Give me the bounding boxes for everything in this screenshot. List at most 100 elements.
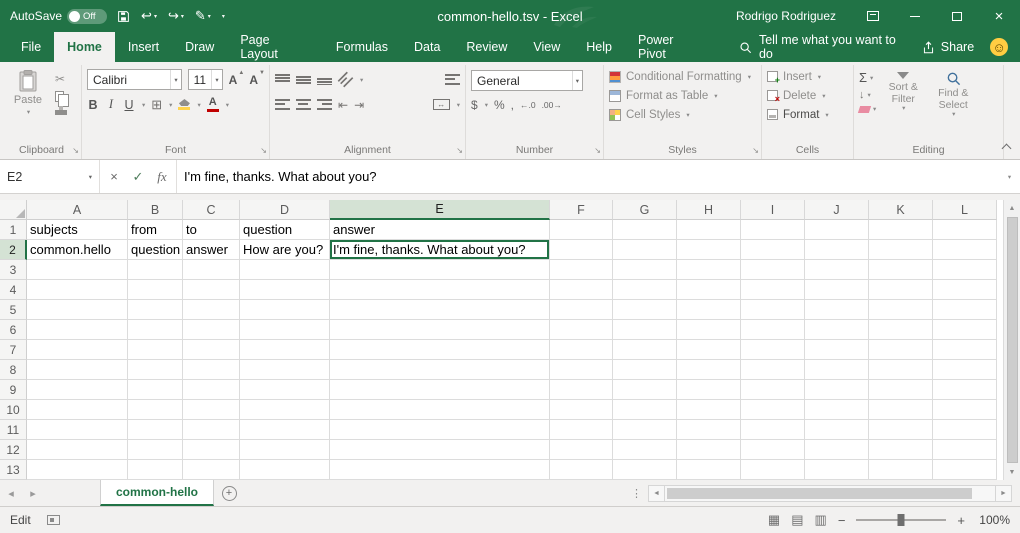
cell-J4[interactable]	[805, 280, 869, 300]
grow-font-button[interactable]: A▲	[229, 73, 244, 87]
cell-E11[interactable]	[330, 420, 550, 440]
find-select-button[interactable]: Find & Select ▾	[930, 67, 976, 119]
cell-G12[interactable]	[613, 440, 677, 460]
row-header-2[interactable]: 2	[0, 240, 27, 260]
cell-F7[interactable]	[550, 340, 613, 360]
format-cells-button[interactable]: Format ▾	[767, 105, 848, 124]
scroll-up-button[interactable]: ▲	[1004, 200, 1020, 216]
cell-K9[interactable]	[869, 380, 933, 400]
cell-D6[interactable]	[240, 320, 330, 340]
zoom-slider-thumb[interactable]	[898, 514, 905, 526]
cell-I7[interactable]	[741, 340, 805, 360]
cell-C6[interactable]	[183, 320, 240, 340]
save-button[interactable]	[116, 10, 131, 23]
cell-L8[interactable]	[933, 360, 997, 380]
cell-L9[interactable]	[933, 380, 997, 400]
scroll-down-button[interactable]: ▼	[1004, 464, 1020, 480]
cell-G1[interactable]	[613, 220, 677, 240]
cell-E6[interactable]	[330, 320, 550, 340]
cell-A12[interactable]	[27, 440, 128, 460]
cell-J6[interactable]	[805, 320, 869, 340]
cell-A2[interactable]: common.hello	[27, 240, 128, 260]
user-name[interactable]: Rodrigo Rodriguez	[736, 9, 836, 23]
borders-button[interactable]: ⊞	[151, 98, 162, 111]
cell-G6[interactable]	[613, 320, 677, 340]
cell-I5[interactable]	[741, 300, 805, 320]
draw-pen-button[interactable]: ✎▾	[194, 8, 212, 24]
bold-button[interactable]: B	[87, 98, 99, 112]
row-header-5[interactable]: 5	[0, 300, 27, 320]
cell-E9[interactable]	[330, 380, 550, 400]
cell-G11[interactable]	[613, 420, 677, 440]
cell-F5[interactable]	[550, 300, 613, 320]
undo-button[interactable]: ↩▾	[140, 8, 158, 24]
cell-C8[interactable]	[183, 360, 240, 380]
styles-dialog-launcher[interactable]: ↘	[752, 147, 759, 155]
cell-C11[interactable]	[183, 420, 240, 440]
cell-B1[interactable]: from	[128, 220, 183, 240]
cell-L3[interactable]	[933, 260, 997, 280]
sort-filter-button[interactable]: Sort & Filter ▾	[880, 67, 926, 119]
cell-G9[interactable]	[613, 380, 677, 400]
ribbon-tab-home[interactable]: Home	[54, 32, 115, 62]
vertical-scroll-thumb[interactable]	[1007, 217, 1018, 463]
cell-I4[interactable]	[741, 280, 805, 300]
ribbon-tab-insert[interactable]: Insert	[115, 32, 172, 62]
cell-I11[interactable]	[741, 420, 805, 440]
sheet-nav-prev-button[interactable]: ◂	[0, 480, 22, 506]
cell-F13[interactable]	[550, 460, 613, 480]
cell-I1[interactable]	[741, 220, 805, 240]
cell-F6[interactable]	[550, 320, 613, 340]
redo-button[interactable]: ↪▾	[167, 8, 185, 24]
ribbon-tab-formulas[interactable]: Formulas	[323, 32, 401, 62]
cell-L12[interactable]	[933, 440, 997, 460]
ribbon-tab-power-pivot[interactable]: Power Pivot	[625, 32, 717, 62]
align-left-button[interactable]	[275, 99, 290, 110]
font-family-select[interactable]: Calibri▾	[87, 69, 182, 90]
cell-F3[interactable]	[550, 260, 613, 280]
cell-G3[interactable]	[613, 260, 677, 280]
ribbon-tab-page-layout[interactable]: Page Layout	[227, 32, 323, 62]
cell-C13[interactable]	[183, 460, 240, 480]
cell-J7[interactable]	[805, 340, 869, 360]
delete-cells-button[interactable]: Delete ▾	[767, 86, 848, 105]
cell-E7[interactable]	[330, 340, 550, 360]
row-header-8[interactable]: 8	[0, 360, 27, 380]
increase-indent-button[interactable]: ⇥	[354, 99, 364, 111]
feedback-smiley-button[interactable]: ☺	[990, 38, 1008, 56]
cell-F2[interactable]	[550, 240, 613, 260]
cell-J13[interactable]	[805, 460, 869, 480]
cell-E2[interactable]: I'm fine, thanks. What about you?	[330, 240, 550, 260]
align-right-button[interactable]	[317, 99, 332, 110]
cell-H9[interactable]	[677, 380, 741, 400]
customize-qat-button[interactable]: ▾	[221, 13, 226, 20]
accounting-format-button[interactable]: $	[471, 98, 478, 112]
cell-D13[interactable]	[240, 460, 330, 480]
page-break-view-button[interactable]: ▥	[815, 512, 827, 528]
autosave-toggle[interactable]: AutoSave Off	[10, 9, 107, 24]
column-header-I[interactable]: I	[741, 200, 805, 220]
increase-decimal-button[interactable]: ←.0	[520, 100, 536, 110]
row-header-3[interactable]: 3	[0, 260, 27, 280]
cell-K3[interactable]	[869, 260, 933, 280]
page-layout-view-button[interactable]: ▤	[791, 512, 803, 528]
orientation-button[interactable]	[338, 72, 354, 88]
row-header-13[interactable]: 13	[0, 460, 27, 480]
cell-K1[interactable]	[869, 220, 933, 240]
sheet-tab-common-hello[interactable]: common-hello	[100, 480, 214, 506]
cell-B12[interactable]	[128, 440, 183, 460]
cell-J12[interactable]	[805, 440, 869, 460]
cell-K12[interactable]	[869, 440, 933, 460]
row-header-7[interactable]: 7	[0, 340, 27, 360]
merge-center-button[interactable]: ↔	[433, 99, 450, 110]
row-header-11[interactable]: 11	[0, 420, 27, 440]
cell-A7[interactable]	[27, 340, 128, 360]
cell-C4[interactable]	[183, 280, 240, 300]
scroll-right-button[interactable]: ►	[995, 485, 1012, 502]
normal-view-button[interactable]: ▦	[768, 512, 780, 528]
column-header-D[interactable]: D	[240, 200, 330, 220]
cell-C2[interactable]: answer	[183, 240, 240, 260]
zoom-level[interactable]: 100%	[976, 513, 1010, 527]
cell-K5[interactable]	[869, 300, 933, 320]
align-middle-button[interactable]	[296, 74, 311, 85]
